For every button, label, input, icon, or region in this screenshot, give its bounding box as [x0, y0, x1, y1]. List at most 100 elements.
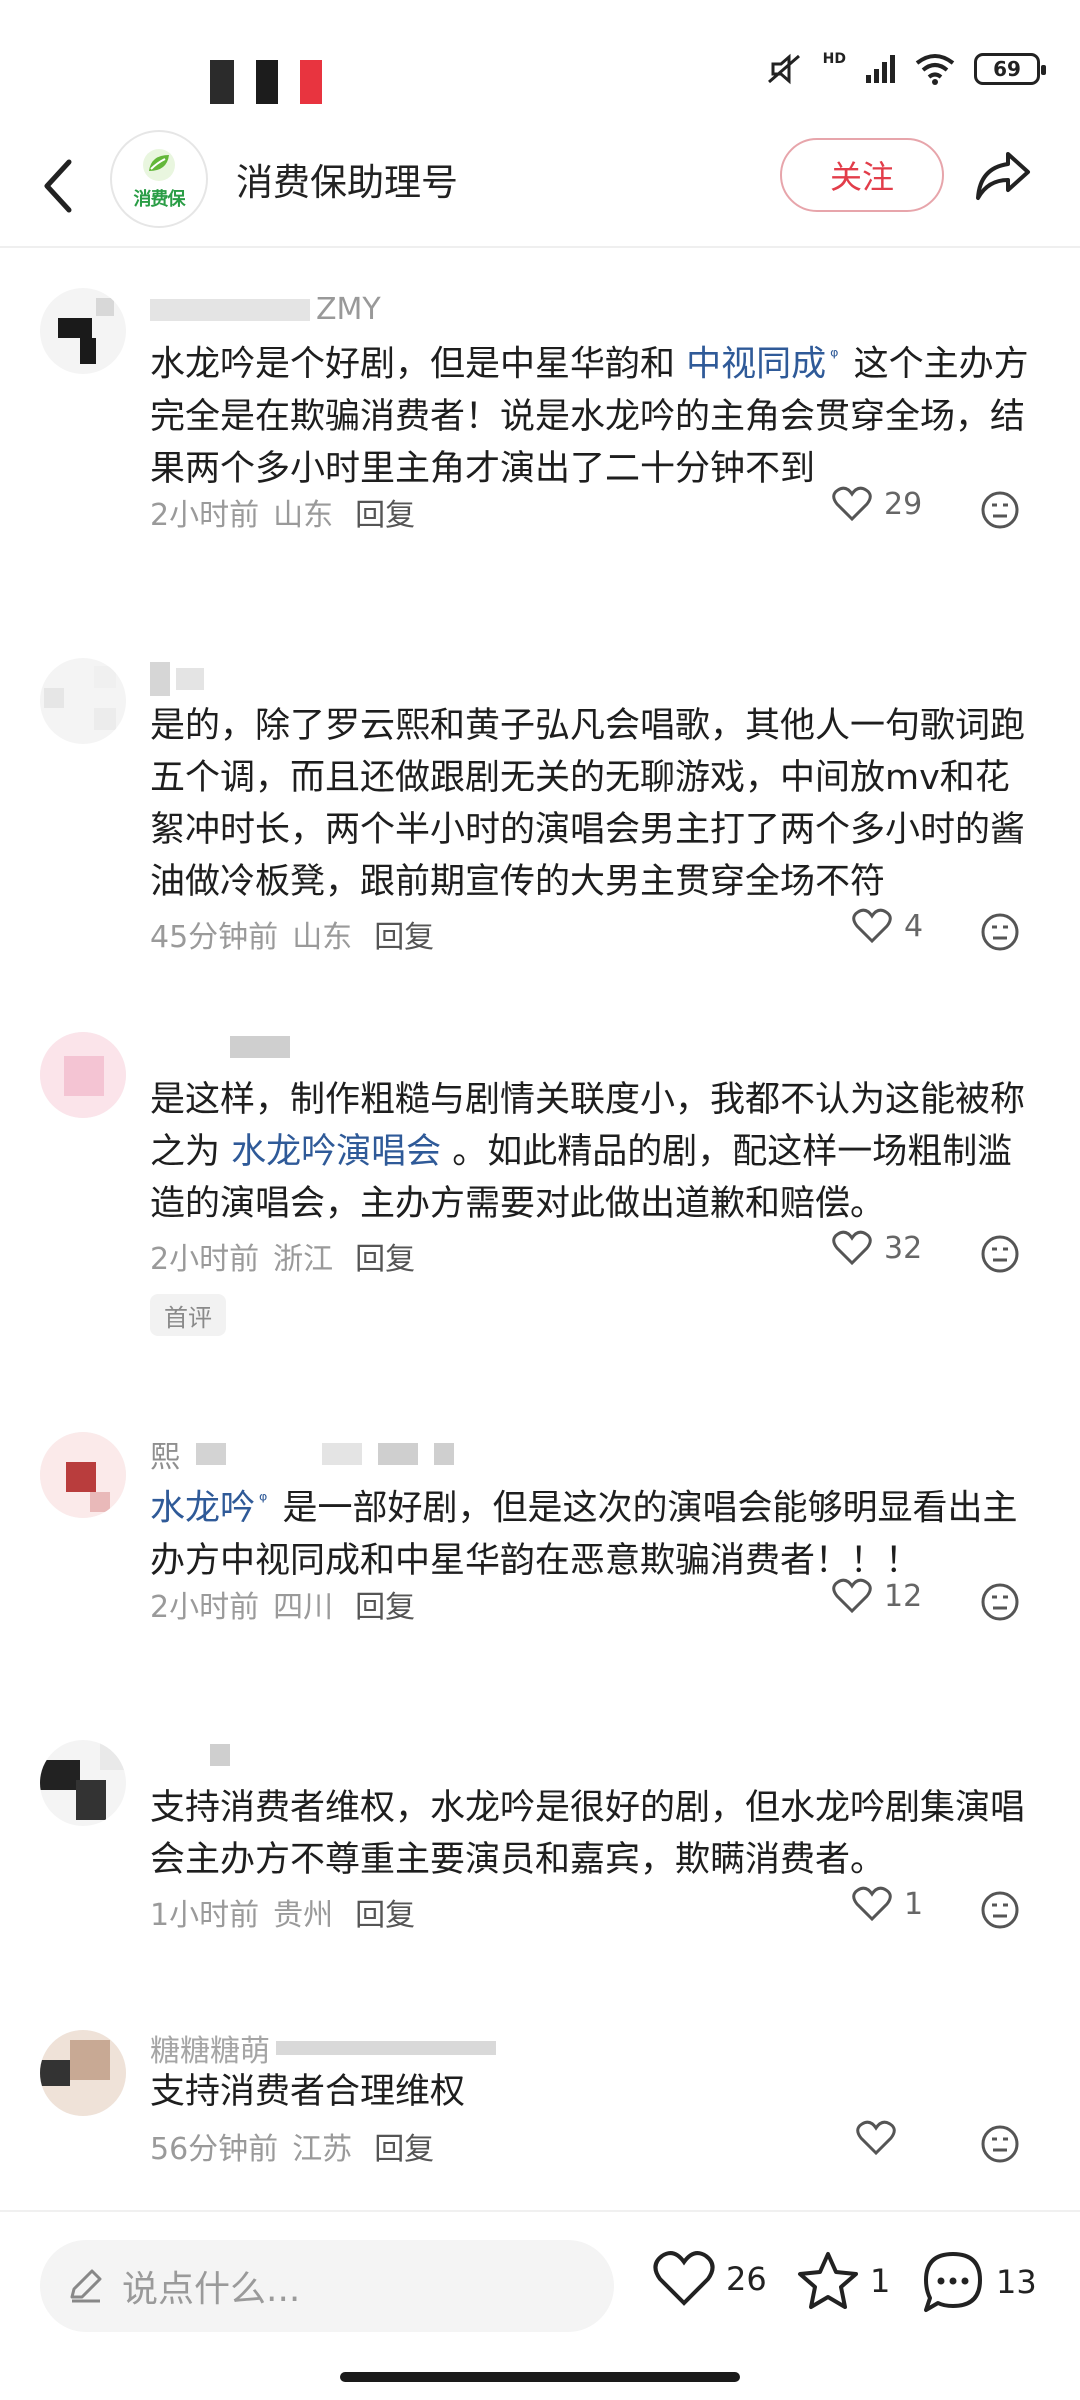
- comment-meta: 2小时前 四川 回复: [150, 1582, 415, 1626]
- emoji-reaction-icon[interactable]: [980, 1890, 1020, 1930]
- comment-location: 山东: [292, 920, 353, 955]
- commenter-name[interactable]: 熙: [150, 1432, 454, 1476]
- commenter-name[interactable]: [150, 1036, 296, 1058]
- like-button[interactable]: 12: [832, 1578, 922, 1614]
- commenter-name-text: ZMY: [316, 292, 381, 327]
- battery-level: 69: [993, 57, 1021, 81]
- wifi-icon: [915, 54, 955, 85]
- comment-text: 支持消费者维权，水龙吟是很好的剧，但水龙吟剧集演唱会主办方不尊重主要演员和嘉宾，…: [150, 1782, 1040, 1886]
- like-button[interactable]: [856, 2120, 908, 2156]
- status-bar: HD 69: [0, 0, 1080, 140]
- back-button[interactable]: [30, 150, 86, 222]
- share-button[interactable]: [968, 142, 1038, 210]
- name-blur: [176, 668, 204, 690]
- emoji-reaction-icon[interactable]: [980, 1234, 1020, 1274]
- commenter-avatar[interactable]: [40, 288, 126, 374]
- heart-icon: [832, 486, 872, 522]
- signal-icon: [866, 55, 895, 83]
- commenter-name[interactable]: 糖糖糖萌: [150, 2026, 496, 2070]
- like-count: 29: [884, 486, 923, 522]
- comment-text: 水龙吟 ᵠ 是一部好剧，但是这次的演唱会能够明显看出主办方中视同成和中星华韵在恶意…: [150, 1474, 1040, 1587]
- like-count: 1: [904, 1886, 924, 1922]
- account-avatar[interactable]: 消费保: [110, 130, 208, 228]
- reply-button[interactable]: 回复: [355, 1890, 415, 1934]
- comment-text: 水龙吟是个好剧，但是中星华韵和 中视同成 ᵠ 这个主办方完全是在欺骗消费者！说是水…: [150, 330, 1040, 495]
- comment-text-part: 水龙吟是个好剧，但是中星华韵和: [150, 344, 687, 385]
- comment-text: 是的，除了罗云熙和黄子弘凡会唱歌，其他人一句歌词跑五个调，而且还做跟剧无关的无聊…: [150, 700, 1040, 908]
- comment-time: 2小时前: [150, 498, 260, 533]
- comment-text: 是这样，制作粗糙与剧情关联度小，我都不认为这能被称之为 水龙吟演唱会 。如此精品…: [150, 1074, 1040, 1230]
- mute-icon: [767, 53, 800, 85]
- like-button[interactable]: 4: [852, 908, 923, 944]
- name-blur: [434, 1443, 454, 1465]
- commenter-avatar[interactable]: [40, 2030, 126, 2116]
- topic-link[interactable]: 中视同成: [686, 345, 826, 385]
- name-blur: [322, 1443, 362, 1465]
- comment-text-part: 是的，除了罗云熙和黄子弘凡会唱歌，其他人一句歌词跑五个调，而且还做跟剧无关的无聊…: [150, 706, 1026, 902]
- emoji-reaction-icon[interactable]: [980, 1582, 1020, 1622]
- reply-button[interactable]: 回复: [355, 1582, 415, 1626]
- like-button[interactable]: 32: [832, 1230, 922, 1266]
- commenter-avatar[interactable]: [40, 658, 126, 744]
- commenter-avatar[interactable]: [40, 1432, 126, 1518]
- commenter-avatar[interactable]: [40, 1032, 126, 1118]
- battery-indicator: 69: [974, 53, 1046, 85]
- leaf-logo-icon: [143, 149, 175, 181]
- comment-text-part: 是一部好剧，但是这次的演唱会能够明显看出主办方中视同成和中星华韵在恶意欺骗消费者…: [150, 1488, 1018, 1581]
- topic-link[interactable]: 水龙吟演唱会: [231, 1132, 441, 1172]
- commenter-name[interactable]: ZMY: [150, 292, 381, 327]
- name-blur: [230, 1036, 290, 1058]
- star-icon: [798, 2252, 858, 2309]
- network-label: HD: [822, 51, 846, 67]
- share-icon: [976, 152, 1030, 200]
- reply-button[interactable]: 回复: [355, 490, 415, 534]
- topic-link[interactable]: 水龙吟: [150, 1489, 255, 1529]
- follow-button[interactable]: 关注: [780, 138, 944, 212]
- home-indicator[interactable]: [340, 2372, 740, 2382]
- comment-count: 13: [996, 2263, 1037, 2301]
- heart-icon: [653, 2251, 715, 2306]
- favorite-button[interactable]: 1: [796, 2250, 890, 2312]
- comment-text-part: 支持消费者维权，水龙吟是很好的剧，但水龙吟剧集演唱会主办方不尊重主要演员和嘉宾，…: [150, 1788, 1026, 1880]
- search-icon: ᵠ: [259, 1488, 268, 1512]
- comment-meta: 56分钟前 江苏 回复: [150, 2124, 434, 2168]
- like-button[interactable]: 1: [852, 1886, 923, 1922]
- comment-location: 浙江: [273, 1242, 334, 1277]
- comment-button[interactable]: 13: [920, 2250, 1037, 2314]
- name-blur: [210, 1744, 230, 1766]
- comment-meta: 45分钟前 山东 回复: [150, 912, 434, 956]
- back-arrow-icon: [44, 159, 72, 213]
- reply-button[interactable]: 回复: [355, 1234, 415, 1278]
- reply-button[interactable]: 回复: [374, 912, 434, 956]
- heart-icon: [856, 2120, 896, 2156]
- comment-time: 1小时前: [150, 1898, 260, 1933]
- comment-meta: 2小时前 山东 回复: [150, 490, 415, 534]
- comment-input[interactable]: 说点什么...: [40, 2240, 614, 2332]
- commenter-avatar[interactable]: [40, 1740, 126, 1826]
- heart-icon: [852, 1886, 892, 1922]
- reply-button[interactable]: 回复: [374, 2124, 434, 2168]
- emoji-reaction-icon[interactable]: [980, 490, 1020, 530]
- name-blur: [150, 662, 170, 696]
- like-count: 4: [904, 908, 924, 944]
- name-blur: [150, 298, 310, 321]
- comment-meta: 1小时前 贵州 回复: [150, 1890, 415, 1934]
- commenter-name-text: 糖糖糖萌: [150, 2034, 270, 2069]
- comment-text-part: 支持消费者合理维权: [150, 2072, 466, 2112]
- like-button[interactable]: 29: [832, 486, 922, 522]
- comment-time: 2小时前: [150, 1242, 260, 1277]
- heart-icon: [832, 1578, 872, 1614]
- commenter-name[interactable]: [150, 1744, 236, 1766]
- emoji-reaction-icon[interactable]: [980, 2124, 1020, 2164]
- first-comment-badge: 首评: [150, 1294, 226, 1336]
- chat-bubble-icon: [924, 2252, 982, 2312]
- like-post-button[interactable]: 26: [652, 2250, 767, 2308]
- status-mosaic: [210, 60, 322, 104]
- comment-location: 江苏: [292, 2132, 353, 2167]
- like-count: 12: [884, 1578, 923, 1614]
- comment-input-placeholder: 说点什么...: [122, 2269, 301, 2310]
- comment-location: 山东: [273, 498, 334, 533]
- commenter-name[interactable]: [150, 662, 210, 696]
- favorite-count: 1: [870, 2262, 891, 2300]
- emoji-reaction-icon[interactable]: [980, 912, 1020, 952]
